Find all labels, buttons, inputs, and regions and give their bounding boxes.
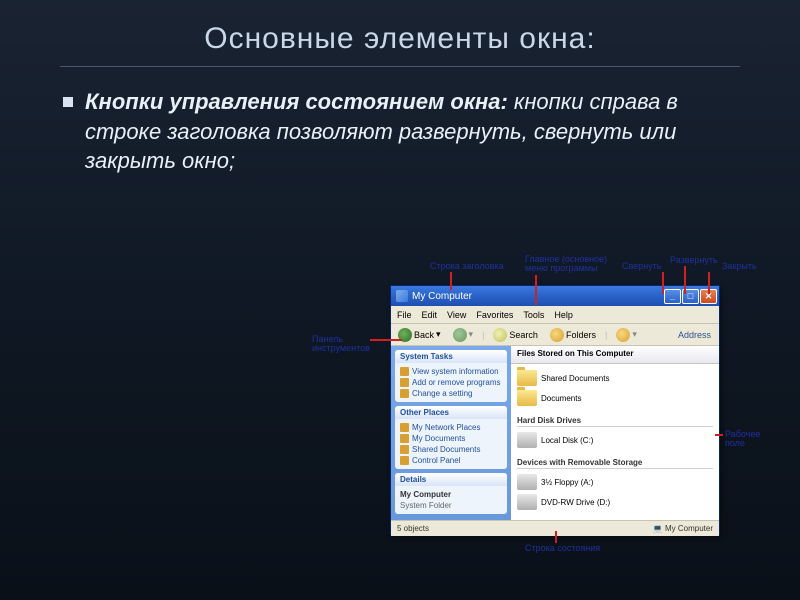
- anno-workarea: Рабочее поле: [725, 430, 760, 449]
- bullet-icon: [63, 97, 73, 107]
- search-icon: [493, 328, 507, 342]
- anno-mainmenu: Главное (основное) меню программы: [525, 255, 607, 274]
- programs-icon: [400, 378, 409, 387]
- window-title: My Computer: [412, 291, 664, 302]
- app-icon: [396, 290, 408, 302]
- search-button[interactable]: Search: [490, 327, 541, 343]
- anno-toolpanel: Панель инструментов: [312, 335, 370, 354]
- network-icon: [400, 423, 409, 432]
- folder-item[interactable]: Shared Documents: [517, 370, 609, 386]
- anno-minimize: Свернуть: [622, 261, 661, 271]
- status-objects: 5 objects: [397, 524, 429, 533]
- place-item[interactable]: My Documents: [400, 433, 502, 444]
- anno-statusbar: Строка состояния: [525, 543, 600, 553]
- details-name: My Computer: [400, 489, 502, 500]
- drive-item[interactable]: 3½ Floppy (A:): [517, 474, 593, 490]
- place-item[interactable]: Shared Documents: [400, 444, 502, 455]
- views-icon: [616, 328, 630, 342]
- status-location: 💻 My Computer: [653, 524, 713, 533]
- shared-icon: [400, 445, 409, 454]
- anno-maximize: Развернуть: [670, 255, 718, 265]
- panel-system-tasks: System Tasks View system information Add…: [395, 350, 507, 402]
- place-item[interactable]: My Network Places: [400, 422, 502, 433]
- address-label: Address: [674, 330, 715, 340]
- info-icon: [400, 367, 409, 376]
- dvd-icon: [517, 494, 537, 510]
- menubar: File Edit View Favorites Tools Help: [391, 306, 719, 324]
- documents-icon: [400, 434, 409, 443]
- task-item[interactable]: View system information: [400, 366, 502, 377]
- task-item[interactable]: Add or remove programs: [400, 377, 502, 388]
- section-hdd: Hard Disk Drives: [517, 416, 713, 427]
- forward-icon: [453, 328, 467, 342]
- diagram: Строка заголовка Главное (основное) меню…: [300, 255, 760, 570]
- folders-button[interactable]: Folders: [547, 327, 599, 343]
- files-header: Files Stored on This Computer: [511, 346, 719, 364]
- folders-icon: [550, 328, 564, 342]
- panel-head[interactable]: Details: [395, 473, 507, 486]
- menu-help[interactable]: Help: [554, 310, 573, 320]
- place-item[interactable]: Control Panel: [400, 455, 502, 466]
- sidebar: System Tasks View system information Add…: [391, 346, 511, 520]
- menu-tools[interactable]: Tools: [523, 310, 544, 320]
- titlebar[interactable]: My Computer _ □ ✕: [391, 286, 719, 306]
- drive-item[interactable]: DVD-RW Drive (D:): [517, 494, 610, 510]
- details-type: System Folder: [400, 500, 502, 511]
- forward-button[interactable]: ▾: [450, 327, 477, 343]
- menu-edit[interactable]: Edit: [422, 310, 438, 320]
- control-panel-icon: [400, 456, 409, 465]
- lead-bold: Кнопки управления состоянием окна:: [85, 89, 508, 114]
- task-item[interactable]: Change a setting: [400, 388, 502, 399]
- toolbar: Back ▾ ▾ | Search Folders | ▾ Address: [391, 324, 719, 346]
- back-button[interactable]: Back ▾: [395, 327, 444, 343]
- slide-title: Основные элементы окна:: [60, 0, 740, 67]
- anno-titlebar: Строка заголовка: [430, 261, 504, 271]
- panel-head[interactable]: System Tasks: [395, 350, 507, 363]
- menu-view[interactable]: View: [447, 310, 466, 320]
- slide-body: Кнопки управления состоянием окна: кнопк…: [85, 87, 745, 176]
- main-pane[interactable]: Files Stored on This Computer Shared Doc…: [511, 346, 719, 520]
- folder-item[interactable]: Documents: [517, 390, 581, 406]
- panel-details: Details My Computer System Folder: [395, 473, 507, 514]
- panel-head[interactable]: Other Places: [395, 406, 507, 419]
- anno-close: Закрыть: [722, 261, 757, 271]
- drive-item[interactable]: Local Disk (C:): [517, 432, 593, 448]
- section-removable: Devices with Removable Storage: [517, 458, 713, 469]
- floppy-icon: [517, 474, 537, 490]
- folder-icon: [517, 390, 537, 406]
- panel-other-places: Other Places My Network Places My Docume…: [395, 406, 507, 469]
- views-button[interactable]: ▾: [613, 327, 640, 343]
- menu-favorites[interactable]: Favorites: [476, 310, 513, 320]
- minimize-button[interactable]: _: [664, 289, 681, 304]
- folder-icon: [517, 370, 537, 386]
- menu-file[interactable]: File: [397, 310, 412, 320]
- hdd-icon: [517, 432, 537, 448]
- settings-icon: [400, 389, 409, 398]
- explorer-window: My Computer _ □ ✕ File Edit View Favorit…: [390, 285, 720, 535]
